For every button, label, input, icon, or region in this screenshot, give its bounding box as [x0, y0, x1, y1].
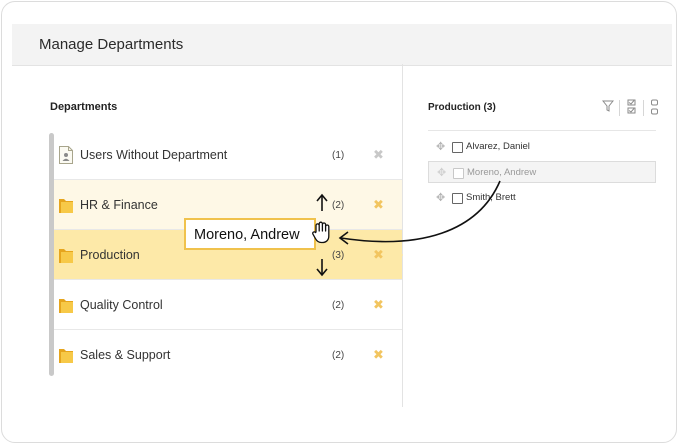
- arrow-down-icon: [316, 259, 328, 277]
- drag-path-arrow-icon: [338, 180, 501, 245]
- drag-annotation-overlay: [316, 180, 501, 277]
- drag-tooltip: Moreno, Andrew: [184, 218, 316, 250]
- drag-label: Moreno, Andrew: [194, 227, 300, 243]
- arrow-up-icon: [316, 193, 328, 211]
